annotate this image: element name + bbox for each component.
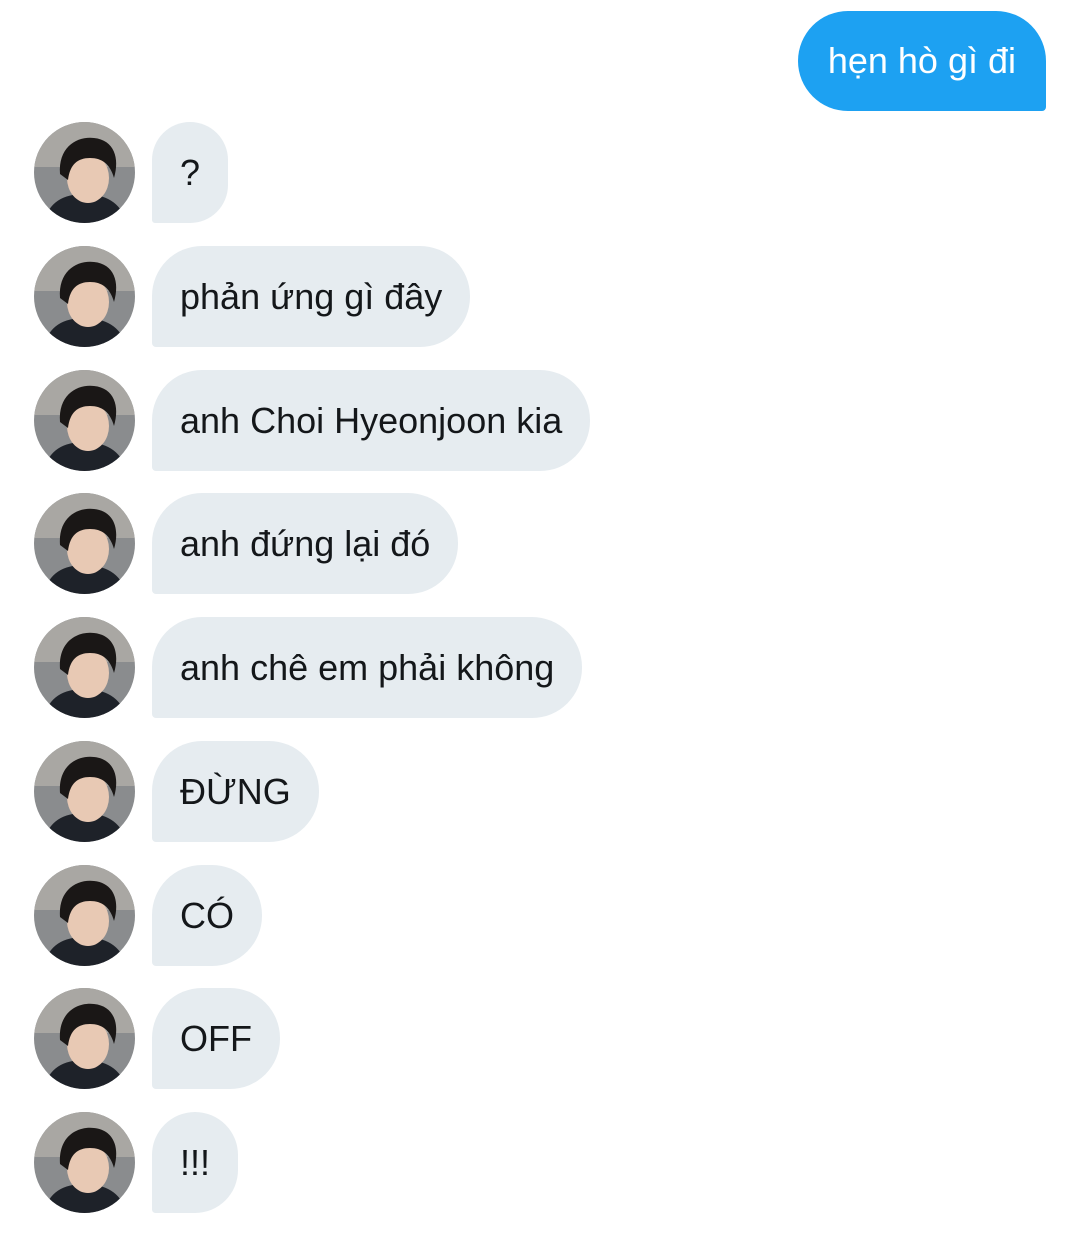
sender-avatar[interactable] [34,741,135,842]
received-message-text: anh đứng lại đó [180,522,431,564]
received-message-row: anh đứng lại đó [34,493,459,594]
avatar-photo [34,493,135,594]
sent-message-bubble[interactable]: hẹn hò gì đi [797,11,1046,111]
received-message-text: anh Choi Hyeonjoon kia [180,399,563,441]
received-message-bubble[interactable]: ĐỪNG [152,741,319,842]
received-message-row: anh Choi Hyeonjoon kia [34,370,591,471]
avatar-photo [34,988,135,1089]
sender-avatar[interactable] [34,1112,135,1213]
avatar-photo [34,370,135,471]
received-message-bubble[interactable]: anh chê em phải không [152,617,583,718]
avatar-photo [34,1112,135,1213]
received-message-row: ? [34,122,229,223]
received-message-row: phản ứng gì đây [34,246,471,347]
received-message-bubble[interactable]: anh Choi Hyeonjoon kia [152,370,591,471]
sender-avatar[interactable] [34,865,135,966]
avatar-photo [34,122,135,223]
received-message-bubble[interactable]: ? [152,122,229,223]
received-message-row: OFF [34,988,280,1089]
received-message-text: !!! [180,1141,211,1183]
received-message-row: !!! [34,1112,239,1213]
sender-avatar[interactable] [34,988,135,1089]
avatar-photo [34,246,135,347]
received-message-text: ĐỪNG [180,770,291,812]
avatar-photo [34,741,135,842]
received-message-row: ĐỪNG [34,741,319,842]
received-message-bubble[interactable]: CÓ [152,865,262,966]
received-message-text: ? [180,151,201,193]
received-message-row: anh chê em phải không [34,617,583,718]
received-message-text: OFF [180,1017,252,1059]
sender-avatar[interactable] [34,493,135,594]
received-message-bubble[interactable]: OFF [152,988,280,1089]
received-message-text: phản ứng gì đây [180,275,443,317]
received-message-text: CÓ [180,894,234,936]
sender-avatar[interactable] [34,246,135,347]
sender-avatar[interactable] [34,370,135,471]
avatar-photo [34,865,135,966]
sender-avatar[interactable] [34,617,135,718]
received-message-text: anh chê em phải không [180,646,555,688]
received-message-bubble[interactable]: phản ứng gì đây [152,246,471,347]
received-message-bubble[interactable]: anh đứng lại đó [152,493,459,594]
avatar-photo [34,617,135,718]
sent-message-text: hẹn hò gì đi [827,40,1016,81]
sender-avatar[interactable] [34,122,135,223]
received-message-row: CÓ [34,865,262,966]
received-message-bubble[interactable]: !!! [152,1112,239,1213]
